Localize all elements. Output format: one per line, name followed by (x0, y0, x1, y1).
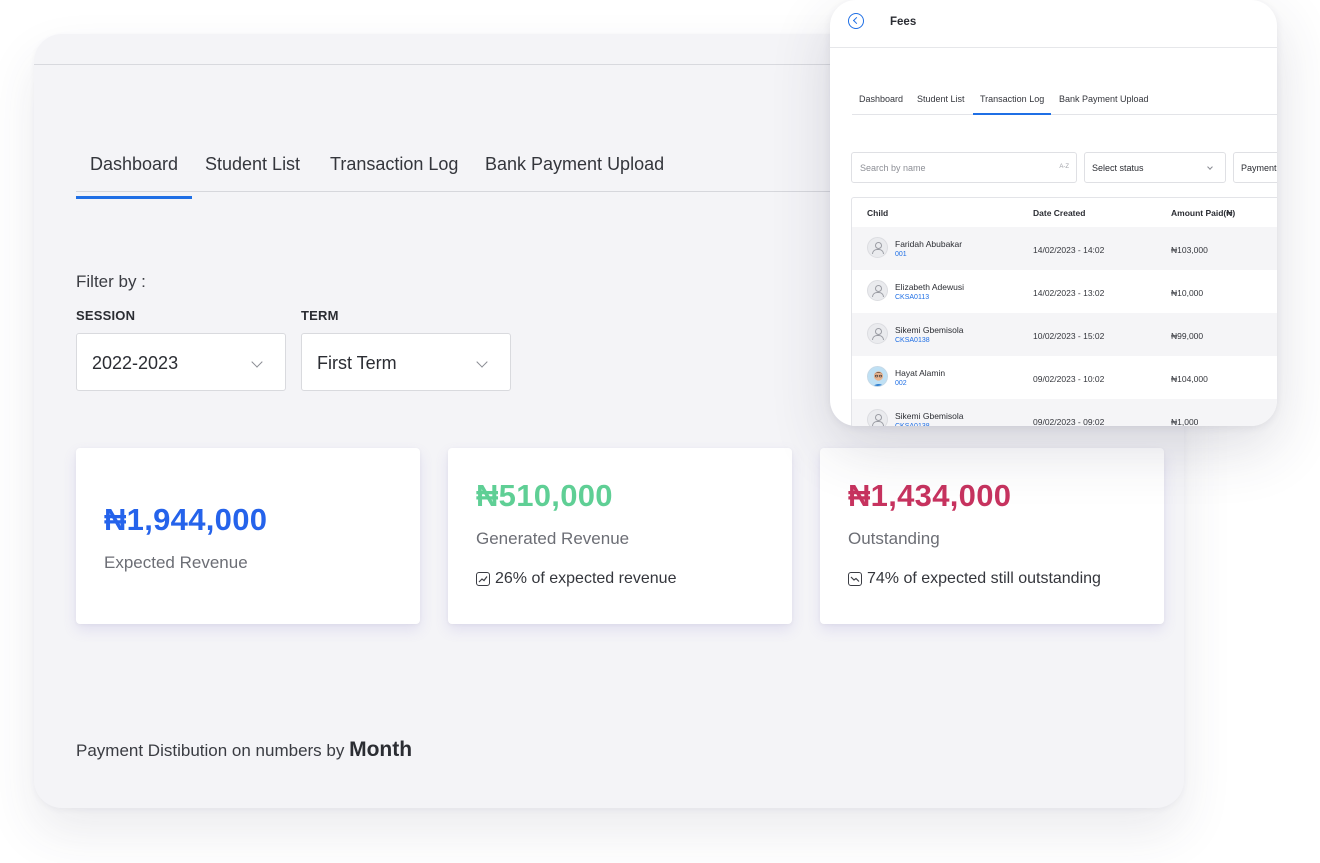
outstanding-note-text: 74% of expected still outstanding (867, 570, 1101, 587)
child-name: Faridah Abubakar (895, 239, 963, 249)
session-label: SESSION (76, 308, 136, 323)
amount-paid: ₦104,000 (1171, 374, 1208, 384)
outstanding-amount: ₦1,434,000 (848, 478, 1012, 513)
child-id[interactable]: 002 (895, 380, 907, 387)
generated-revenue-note-text: 26% of expected revenue (495, 570, 677, 587)
tab-student-list[interactable]: Student List (917, 94, 965, 104)
amount-paid: ₦10,000 (1171, 288, 1204, 298)
generated-revenue-caption: Generated Revenue (476, 529, 630, 548)
back-icon[interactable] (848, 13, 864, 29)
expected-revenue-amount: ₦1,944,000 (104, 502, 268, 537)
chevron-down-icon (476, 356, 488, 368)
user-placeholder-icon (867, 280, 888, 301)
tab-dashboard[interactable]: Dashboard (75, 154, 193, 199)
trend-up-icon (476, 572, 490, 586)
status-select-value: Select status (1092, 163, 1144, 173)
generated-revenue-note: 26% of expected revenue (476, 570, 676, 588)
generated-revenue-card: ₦510,000 Generated Revenue 26% of expect… (448, 448, 792, 624)
child-name: Elizabeth Adewusi (895, 282, 964, 292)
child-id[interactable]: CKSA0138 (895, 337, 930, 344)
outstanding-card: ₦1,434,000 Outstanding 74% of expected s… (820, 448, 1164, 624)
expected-revenue-caption: Expected Revenue (104, 553, 248, 572)
child-name: Sikemi Gbemisola (895, 411, 964, 421)
child-id[interactable]: 001 (895, 251, 907, 258)
payment-select-value: Payment (1241, 163, 1277, 173)
table-row[interactable]: Elizabeth Adewusi CKSA0113 14/02/2023 - … (852, 270, 1277, 313)
outstanding-caption: Outstanding (848, 529, 940, 548)
child-id[interactable]: CKSA0138 (895, 423, 930, 426)
date-created: 14/02/2023 - 14:02 (1033, 245, 1105, 255)
chevron-down-icon (1207, 164, 1213, 170)
term-label: TERM (301, 308, 339, 323)
payment-distribution-text: Payment Distibution on numbers by (76, 741, 345, 760)
table-row[interactable]: Faridah Abubakar 001 14/02/2023 - 14:02 … (852, 227, 1277, 270)
term-value: First Term (317, 353, 397, 373)
chevron-down-icon (251, 356, 263, 368)
payment-distribution-title: Payment Distibution on numbers by Month (76, 738, 412, 762)
tab-transaction-log[interactable]: Transaction Log (972, 94, 1052, 115)
sort-az-hint: A-Z (1059, 164, 1069, 170)
fees-header: Fees (830, 0, 1277, 48)
tab-bank-payment-upload[interactable]: Bank Payment Upload (1059, 94, 1149, 104)
column-header-amount-paid: Amount Paid(₦) (1171, 208, 1236, 218)
search-field[interactable]: A-Z (851, 152, 1077, 183)
expected-revenue-card: ₦1,944,000 Expected Revenue (76, 448, 420, 624)
table-row[interactable]: Sikemi Gbemisola CKSA0138 10/02/2023 - 1… (852, 313, 1277, 356)
user-photo-avatar (867, 366, 888, 387)
outstanding-note: 74% of expected still outstanding (848, 570, 1101, 588)
amount-paid: ₦99,000 (1171, 331, 1204, 341)
trend-down-icon (848, 572, 862, 586)
transaction-table: Child Date Created Amount Paid(₦) Farida… (851, 197, 1277, 426)
tab-dashboard[interactable]: Dashboard (859, 94, 903, 104)
column-header-date-created: Date Created (1033, 208, 1086, 218)
term-select[interactable]: First Term (301, 333, 511, 391)
payment-distribution-unit[interactable]: Month (349, 738, 412, 761)
child-name: Hayat Alamin (895, 368, 946, 378)
session-select[interactable]: 2022-2023 (76, 333, 286, 391)
table-row[interactable]: Sikemi Gbemisola CKSA0138 09/02/2023 - 0… (852, 399, 1277, 426)
date-created: 14/02/2023 - 13:02 (1033, 288, 1105, 298)
user-placeholder-icon (867, 323, 888, 344)
tab-student-list[interactable]: Student List (205, 154, 300, 175)
table-row[interactable]: Hayat Alamin 002 09/02/2023 - 10:02 ₦104… (852, 356, 1277, 399)
column-header-child: Child (867, 208, 889, 218)
session-value: 2022-2023 (92, 353, 179, 373)
user-placeholder-icon (867, 409, 888, 426)
payment-select[interactable]: Payment (1233, 152, 1277, 183)
filter-label: Filter by : (76, 272, 146, 291)
status-select[interactable]: Select status (1084, 152, 1226, 183)
child-id[interactable]: CKSA0113 (895, 294, 929, 301)
child-name: Sikemi Gbemisola (895, 325, 964, 335)
tab-bank-payment-upload[interactable]: Bank Payment Upload (485, 154, 664, 175)
amount-paid: ₦1,000 (1171, 417, 1199, 426)
user-placeholder-icon (867, 237, 888, 258)
fees-tabs: Dashboard Student List Transaction Log B… (852, 88, 1277, 115)
fees-title: Fees (890, 16, 917, 28)
search-input[interactable] (852, 153, 1052, 182)
amount-paid: ₦103,000 (1171, 245, 1208, 255)
date-created: 09/02/2023 - 09:02 (1033, 417, 1105, 426)
fees-transaction-panel: Fees Dashboard Student List Transaction … (830, 0, 1277, 426)
generated-revenue-amount: ₦510,000 (476, 478, 613, 513)
tab-transaction-log[interactable]: Transaction Log (330, 154, 458, 175)
date-created: 10/02/2023 - 15:02 (1033, 331, 1105, 341)
date-created: 09/02/2023 - 10:02 (1033, 374, 1105, 384)
